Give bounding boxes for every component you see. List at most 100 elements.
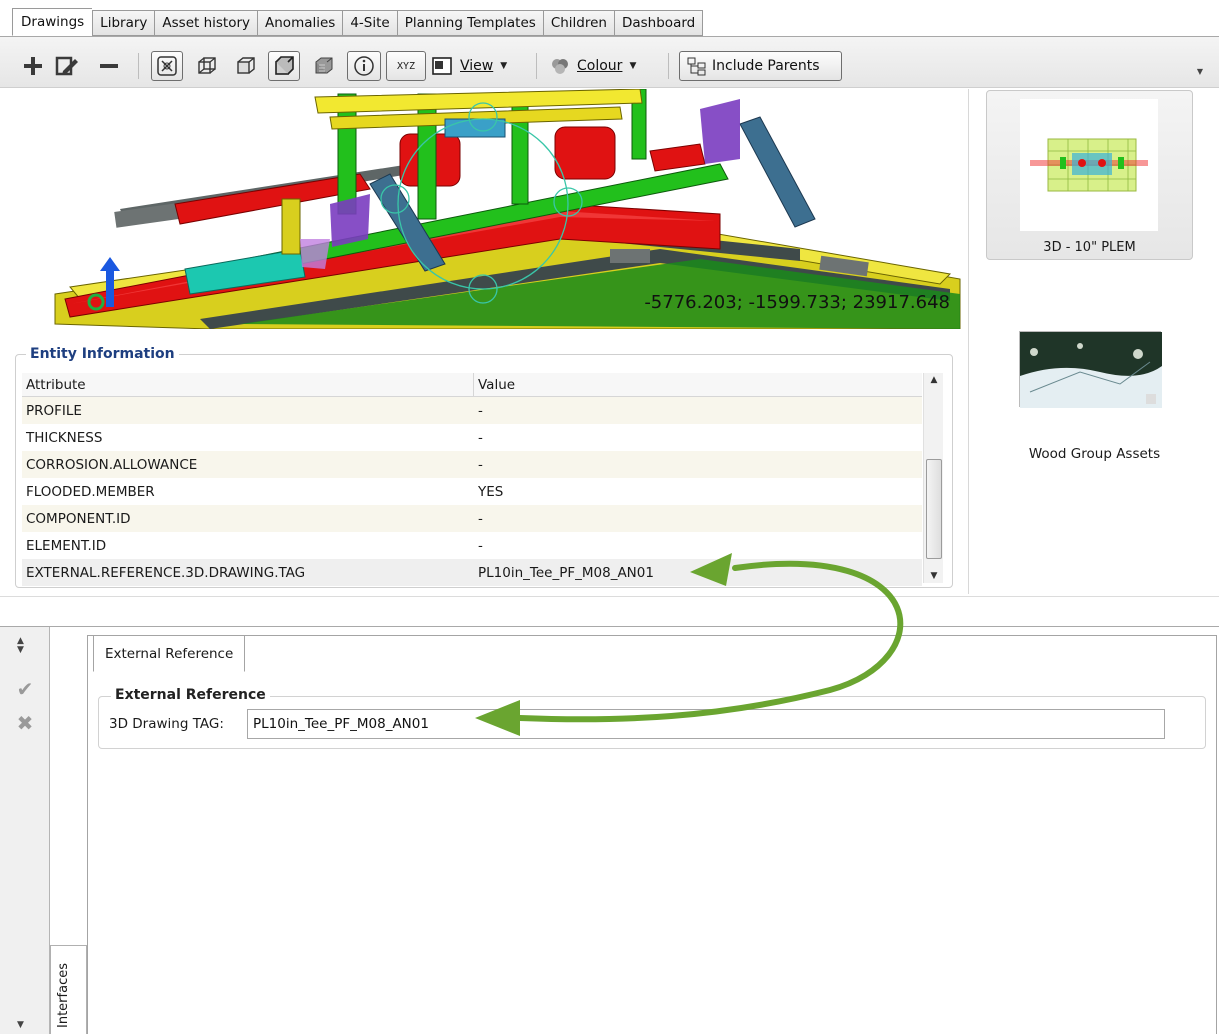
tab-drawings[interactable]: Drawings (12, 8, 93, 36)
plus-icon (24, 57, 42, 75)
table-row[interactable]: CORROSION.ALLOWANCE - (22, 451, 922, 478)
colour-dropdown[interactable]: Colour ▼ (549, 51, 661, 81)
wireframe-cube-icon (198, 57, 216, 74)
xyz-label: XYZ (396, 60, 416, 72)
field-layout-preview (1020, 332, 1162, 408)
toolbar-separator (668, 53, 669, 79)
attribute-cell: EXTERNAL.REFERENCE.3D.DRAWING.TAG (26, 564, 306, 581)
plem-plan-preview (1030, 138, 1148, 192)
value-cell: - (478, 537, 483, 554)
toolbar-separator (138, 53, 139, 79)
scroll-up-icon[interactable]: ▲ (924, 375, 944, 385)
scroll-down-icon[interactable]: ▼ (924, 571, 944, 581)
external-reference-editor: External Reference External Reference 3D… (87, 635, 1217, 1034)
attribute-grid-scrollbar[interactable]: ▲ ▼ (923, 373, 943, 583)
tab-library[interactable]: Library (92, 10, 155, 36)
value-cell: - (478, 429, 483, 446)
remove-button[interactable] (96, 51, 122, 81)
attribute-cell: ELEMENT.ID (26, 537, 107, 554)
scrollbar-thumb[interactable] (926, 459, 942, 559)
chevron-down-icon[interactable]: ▼ (17, 1021, 24, 1030)
drawing-thumbnails-panel: 3D - 10" PLEM Wood Group Assets (968, 89, 1219, 594)
include-parents-label: Include Parents (712, 58, 820, 74)
add-button[interactable] (20, 51, 46, 81)
shaded-cube-icon (275, 56, 294, 75)
toolbar-separator (536, 53, 537, 79)
wireframe-button[interactable] (193, 51, 221, 81)
tab-4-site[interactable]: 4-Site (342, 10, 397, 36)
thumbnail-image (1020, 99, 1158, 231)
hierarchy-icon (687, 57, 706, 76)
table-row[interactable]: COMPONENT.ID - (22, 505, 922, 532)
tab-strip: Drawings Library Asset history Anomalies… (12, 8, 704, 36)
entity-information-title: Entity Information (26, 346, 179, 362)
drawing-tag-input[interactable] (247, 709, 1165, 739)
tab-dashboard[interactable]: Dashboard (613, 10, 704, 36)
hidden-line-button[interactable] (232, 51, 260, 81)
toolbar-overflow-icon[interactable]: ▼ (1197, 67, 1203, 76)
tab-interfaces[interactable]: Interfaces (50, 945, 87, 1034)
tab-children[interactable]: Children (542, 10, 614, 36)
attribute-cell: PROFILE (26, 402, 82, 419)
thumbnail-caption: 3D - 10" PLEM (1043, 240, 1136, 255)
thumbnail-wood-group-assets[interactable] (1019, 331, 1162, 408)
colour-dropdown-label: Colour (577, 58, 623, 74)
transparent-cube-icon (315, 57, 333, 74)
drawing-toolbar: XYZ View ▼ Colour ▼ Include Parents ▼ (0, 36, 1219, 88)
info-button[interactable] (347, 51, 381, 81)
chevron-down-icon: ▼ (629, 61, 637, 71)
table-row[interactable]: FLOODED.MEMBER YES (22, 478, 922, 505)
info-icon (354, 56, 374, 76)
detail-editor-area: ▲ ▼ ✔ ✖ ▼ Interfaces External Reference E… (0, 626, 1219, 1034)
view-window-icon (432, 57, 452, 75)
view-dropdown[interactable]: View ▼ (432, 51, 524, 81)
value-cell: - (478, 510, 483, 527)
colour-palette-icon (552, 59, 568, 74)
attribute-grid: Attribute Value PROFILE - THICKNESS - CORR… (22, 373, 922, 586)
vertical-tab-strip: Interfaces (50, 627, 87, 1034)
fit-extents-icon (157, 56, 177, 76)
entity-information-group: Entity Information Attribute Value PROFI… (15, 346, 953, 588)
table-row[interactable]: THICKNESS - (22, 424, 922, 451)
view-dropdown-label: View (460, 58, 494, 74)
edit-button[interactable] (52, 51, 82, 81)
xyz-button[interactable]: XYZ (386, 51, 426, 81)
chevron-down-icon: ▼ (500, 61, 508, 71)
3d-viewport[interactable]: -5776.203; -1599.733; 23917.648 (0, 89, 968, 329)
tab-interfaces-label: Interfaces (56, 963, 71, 1028)
main-tabbar: Drawings Library Asset history Anomalies… (0, 0, 1219, 36)
table-row[interactable]: PROFILE - (22, 397, 922, 424)
value-cell: - (478, 456, 483, 473)
attribute-cell: CORROSION.ALLOWANCE (26, 456, 198, 473)
drawing-tag-label: 3D Drawing TAG: (109, 716, 224, 732)
external-reference-group: External Reference 3D Drawing TAG: (98, 687, 1206, 749)
shaded-button[interactable] (268, 51, 300, 81)
fit-view-button[interactable] (151, 51, 183, 81)
thumbnail-caption: Wood Group Assets (1028, 446, 1161, 462)
attribute-cell: THICKNESS (26, 429, 103, 446)
attribute-cell: FLOODED.MEMBER (26, 483, 155, 500)
close-icon[interactable]: ✖ (15, 711, 35, 735)
tab-external-reference[interactable]: External Reference (93, 636, 246, 672)
transparent-button[interactable] (310, 51, 338, 81)
column-header-value[interactable]: Value (474, 373, 519, 396)
tab-anomalies[interactable]: Anomalies (257, 10, 343, 36)
attribute-cell: COMPONENT.ID (26, 510, 131, 527)
panel-splitter[interactable] (0, 596, 1219, 626)
edit-icon (55, 56, 78, 76)
column-header-attribute[interactable]: Attribute (22, 373, 474, 396)
thumbnail-3d-10-plem[interactable]: 3D - 10" PLEM (986, 90, 1193, 260)
hidden-line-cube-icon (237, 57, 255, 74)
grid-header: Attribute Value (22, 373, 922, 397)
value-cell: - (478, 402, 483, 419)
tab-planning-templates[interactable]: Planning Templates (396, 10, 543, 36)
editor-action-sidebar: ▲ ▼ ✔ ✖ ▼ (0, 627, 50, 1034)
table-row[interactable]: ELEMENT.ID - (22, 532, 922, 559)
external-reference-group-title: External Reference (111, 687, 270, 703)
minus-icon (100, 64, 118, 68)
reorder-icon[interactable]: ▲ ▼ (17, 637, 24, 655)
check-icon[interactable]: ✔ (15, 677, 35, 701)
table-row-selected[interactable]: EXTERNAL.REFERENCE.3D.DRAWING.TAG PL10in_… (22, 559, 922, 586)
include-parents-toggle[interactable]: Include Parents (679, 51, 842, 81)
tab-asset-history[interactable]: Asset history (154, 10, 258, 36)
